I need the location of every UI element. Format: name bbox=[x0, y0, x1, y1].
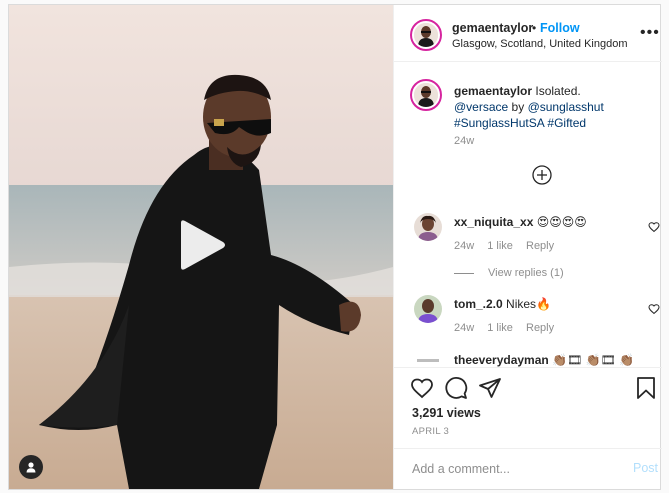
follow-button[interactable]: Follow bbox=[540, 21, 580, 35]
comment-likes[interactable]: 1 like bbox=[487, 240, 513, 252]
post-comment-button[interactable]: Post bbox=[633, 461, 658, 475]
author-avatar-image bbox=[414, 23, 438, 47]
load-more-comments-icon[interactable] bbox=[532, 165, 552, 185]
separator-dot: • bbox=[532, 21, 537, 35]
comment-bubble-icon[interactable] bbox=[444, 376, 468, 400]
comment-likes[interactable]: 1 like bbox=[487, 322, 513, 334]
post-location[interactable]: Glasgow, Scotland, United Kingdom bbox=[452, 38, 628, 50]
author-username[interactable]: gemaentaylor bbox=[452, 21, 533, 35]
commenter-avatar[interactable] bbox=[414, 213, 442, 241]
post-actions: 3,291 views APRIL 3 bbox=[394, 367, 662, 449]
comment-time[interactable]: 24w bbox=[454, 322, 474, 334]
caption-author-avatar[interactable] bbox=[410, 79, 442, 111]
comment-text: theeverydayman 👏🏽🎞 👏🏽🎞 👏🏽 bbox=[454, 353, 634, 367]
commenter-avatar-image bbox=[414, 349, 442, 367]
comment-time[interactable]: 24w bbox=[454, 240, 474, 252]
comment-meta: 24w 1 like Reply bbox=[454, 240, 564, 252]
heart-icon[interactable] bbox=[648, 221, 660, 233]
comment-text: tom_.2.0 Nikes🔥 bbox=[454, 297, 551, 311]
heart-icon[interactable] bbox=[648, 303, 660, 315]
caption-by: by bbox=[511, 100, 525, 114]
play-icon[interactable] bbox=[177, 219, 227, 271]
caption-text: Isolated. bbox=[535, 84, 581, 98]
author-avatar[interactable] bbox=[410, 19, 442, 51]
user-icon bbox=[26, 462, 36, 473]
comment-username[interactable]: theeverydayman bbox=[454, 353, 549, 367]
reply-button[interactable]: Reply bbox=[526, 240, 554, 252]
more-options-icon[interactable]: ••• bbox=[640, 25, 660, 41]
view-replies-label: View replies (1) bbox=[488, 267, 564, 279]
save-bookmark-icon[interactable] bbox=[634, 376, 658, 400]
view-replies-button[interactable]: View replies (1) bbox=[454, 267, 564, 279]
caption-hashtags[interactable]: #SunglassHutSA #Gifted bbox=[454, 116, 586, 130]
view-count[interactable]: 3,291 views bbox=[412, 406, 481, 420]
tagged-users-button[interactable] bbox=[19, 455, 43, 479]
caption-mention-sunglasshut[interactable]: @sunglasshut bbox=[528, 100, 604, 114]
post-sidebar: gemaentaylor • Follow Glasgow, Scotland,… bbox=[393, 5, 662, 489]
comments-list[interactable]: gemaentaylor Isolated. @versace by @sung… bbox=[394, 63, 662, 367]
comment-username[interactable]: tom_.2.0 bbox=[454, 297, 503, 311]
comment-username[interactable]: xx_niquita_xx bbox=[454, 215, 533, 229]
add-comment-bar: Post bbox=[394, 448, 662, 489]
comment-meta: 24w 1 like Reply bbox=[454, 322, 564, 334]
caption-timestamp[interactable]: 24w bbox=[454, 135, 474, 147]
commenter-avatar-image bbox=[414, 213, 442, 241]
reply-button[interactable]: Reply bbox=[526, 322, 554, 334]
share-paper-plane-icon[interactable] bbox=[478, 376, 502, 400]
post-header: gemaentaylor • Follow Glasgow, Scotland,… bbox=[394, 5, 662, 62]
commenter-avatar[interactable] bbox=[414, 295, 442, 323]
comment-text: xx_niquita_xx 😍😍😍😍 bbox=[454, 215, 587, 229]
comment-input[interactable] bbox=[412, 460, 612, 478]
comment-body: 😍😍😍😍 bbox=[536, 215, 587, 229]
caption-mention-versace[interactable]: @versace bbox=[454, 100, 508, 114]
commenter-avatar[interactable] bbox=[414, 349, 442, 367]
commenter-avatar-image bbox=[414, 295, 442, 323]
comment-body: 👏🏽🎞 👏🏽🎞 👏🏽 bbox=[552, 353, 635, 367]
caption-avatar-image bbox=[414, 83, 438, 107]
post-date[interactable]: APRIL 3 bbox=[412, 426, 449, 437]
view-replies-line bbox=[454, 272, 474, 274]
comment-body: Nikes🔥 bbox=[506, 297, 551, 311]
instagram-post: gemaentaylor • Follow Glasgow, Scotland,… bbox=[8, 4, 662, 490]
post-video[interactable] bbox=[9, 5, 393, 489]
post-caption: gemaentaylor Isolated. @versace by @sung… bbox=[454, 83, 644, 131]
caption-username[interactable]: gemaentaylor bbox=[454, 84, 532, 98]
like-heart-icon[interactable] bbox=[410, 376, 434, 400]
